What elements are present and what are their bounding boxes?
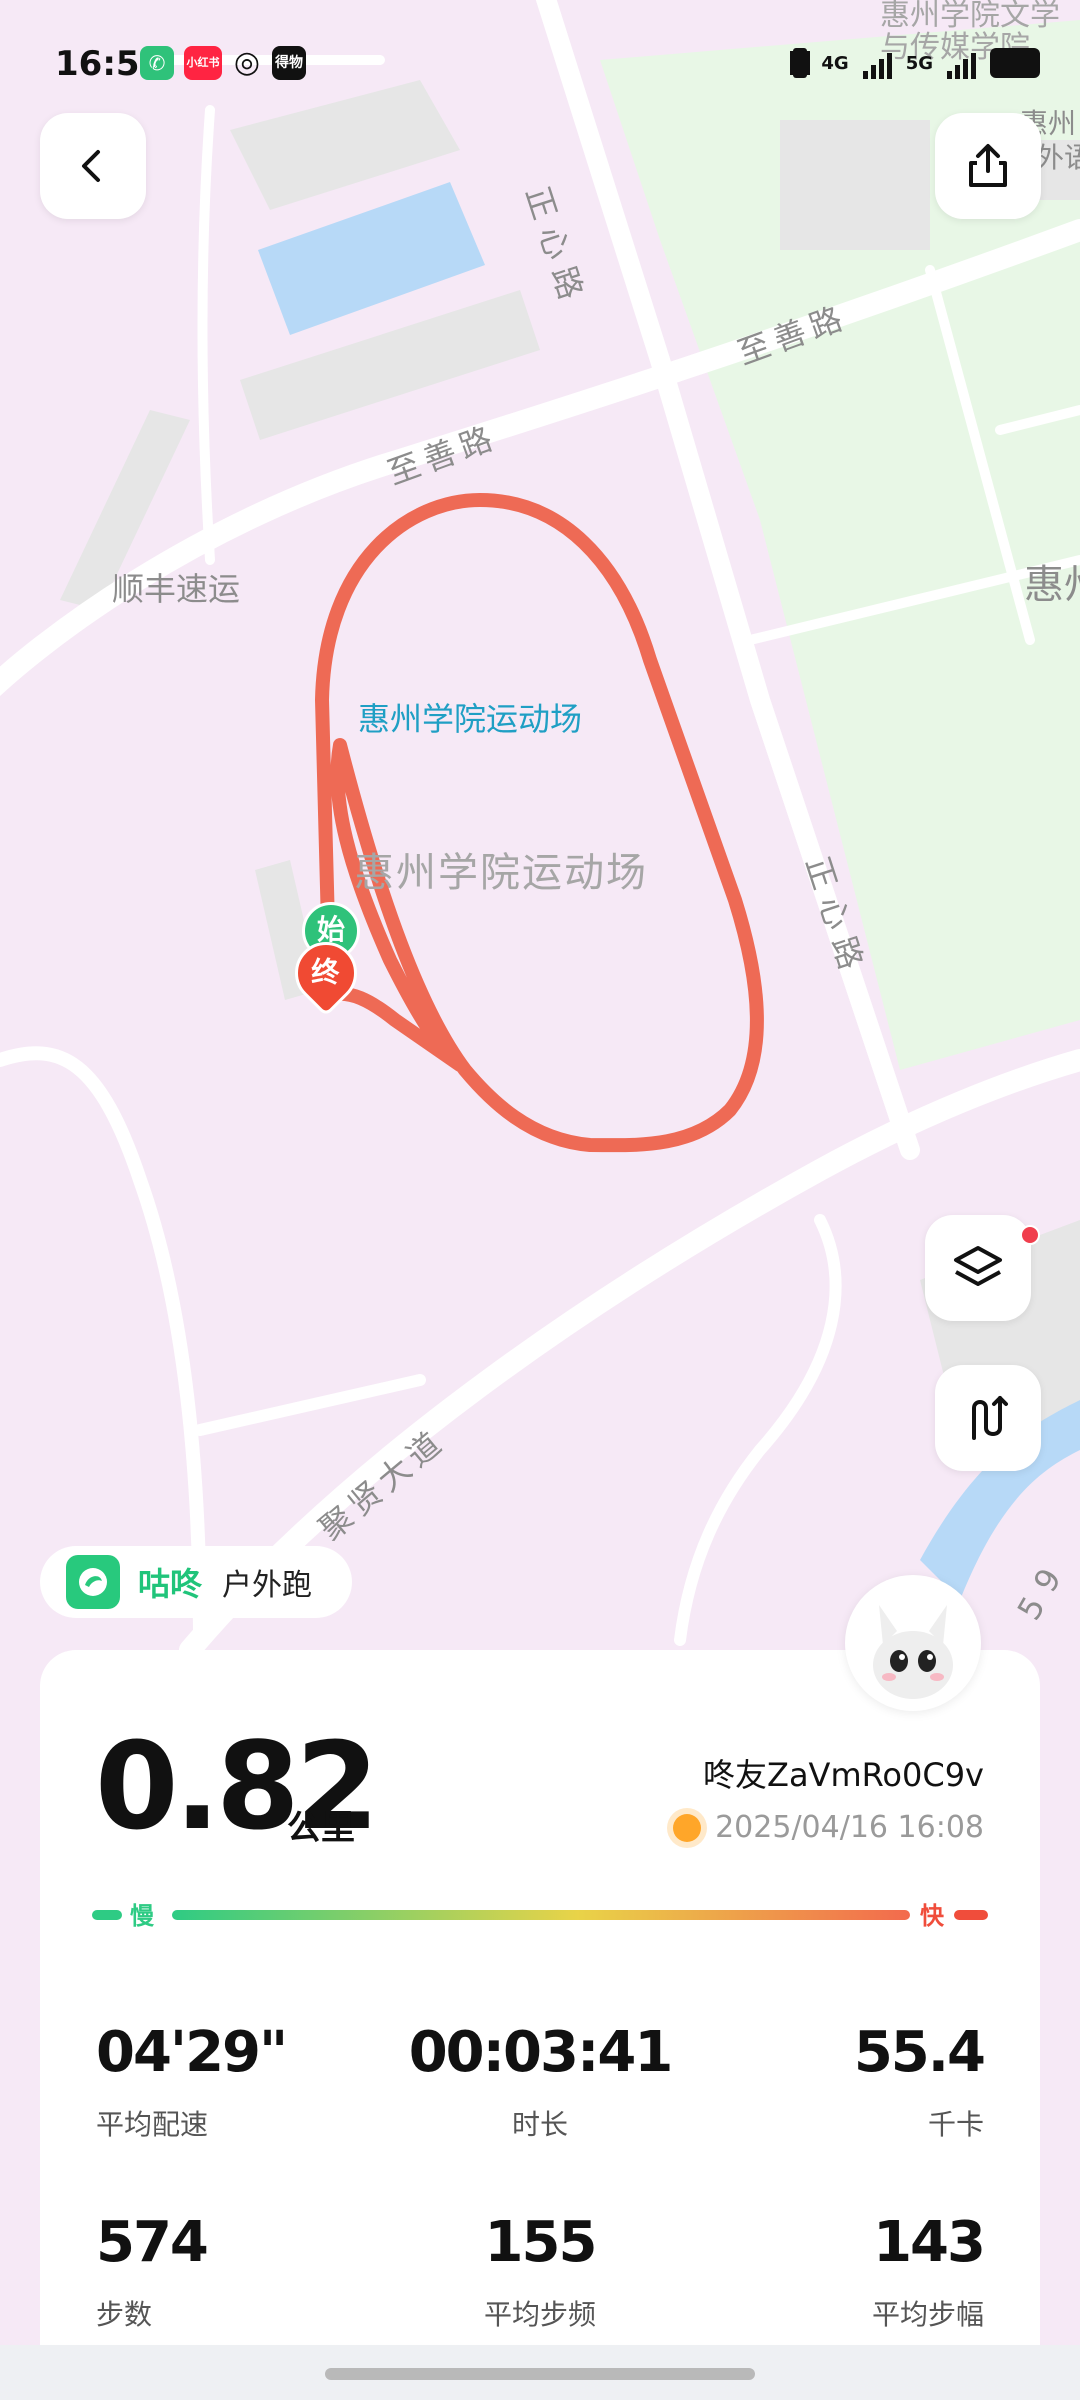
map-label-shunfeng[interactable]: 顺丰速运 bbox=[112, 564, 240, 610]
map-label-stadium-area: 惠州学院运动场 bbox=[354, 850, 648, 896]
stat-label: 步数 bbox=[96, 2298, 153, 2331]
route-end-label: 终 bbox=[311, 955, 340, 989]
stat-label: 平均步频 bbox=[483, 2298, 596, 2331]
stat-label: 平均步幅 bbox=[871, 2298, 984, 2331]
netease-music-app-icon: ◎ bbox=[233, 45, 261, 80]
map-label-college-right: 惠州 bbox=[1024, 562, 1080, 608]
stat-stride: 143 平均步幅 bbox=[684, 2210, 986, 2333]
map-label-right-partial-2: 外语 bbox=[1036, 141, 1080, 174]
share-icon bbox=[969, 144, 1007, 187]
sun-icon bbox=[673, 1813, 702, 1842]
distance-unit: 公里 bbox=[287, 1808, 355, 1848]
dewu-app-icon: 得物 bbox=[272, 46, 306, 80]
stat-value: 55.4 bbox=[853, 2020, 986, 2085]
stat-label: 平均配速 bbox=[96, 2108, 209, 2141]
stat-label: 时长 bbox=[511, 2108, 568, 2141]
pace-gradient-bar bbox=[172, 1910, 910, 1920]
stat-calories: 55.4 千卡 bbox=[684, 2020, 986, 2143]
network-5g-label: 5G bbox=[905, 52, 933, 74]
map-layers-button[interactable] bbox=[925, 1215, 1031, 1321]
pace-legend: 慢 快 bbox=[92, 1896, 988, 1936]
layers-icon bbox=[954, 1246, 1002, 1286]
map-label-stadium-poi[interactable]: 惠州学院运动场 bbox=[358, 694, 582, 740]
stat-cadence: 155 平均步频 bbox=[390, 2210, 690, 2333]
stat-value: 143 bbox=[873, 2210, 986, 2275]
route-replay-button[interactable] bbox=[935, 1365, 1041, 1471]
route-icon bbox=[972, 1396, 1008, 1440]
status-right-group: 4G 5G bbox=[793, 40, 1040, 86]
network-4g-label: 4G bbox=[821, 52, 849, 74]
stat-value: 155 bbox=[484, 2210, 598, 2275]
stat-duration: 00:03:41 时长 bbox=[390, 2020, 690, 2143]
layers-notification-dot bbox=[1020, 1225, 1040, 1245]
summary-card: 0.82 公里 咚友ZaVmRo0C9v 2025/04/16 16:08 慢 … bbox=[40, 1650, 1040, 2350]
stat-label: 千卡 bbox=[927, 2108, 984, 2141]
datetime-text: 2025/04/16 16:08 bbox=[715, 1810, 984, 1845]
pace-slow-label: 慢 bbox=[130, 1902, 154, 1930]
mascot-avatar[interactable] bbox=[845, 1575, 981, 1711]
app-brand-pill: 咕咚 户外跑 bbox=[40, 1546, 352, 1618]
stat-steps: 574 步数 bbox=[96, 2210, 396, 2333]
chevron-left-icon bbox=[82, 150, 100, 182]
stat-avg-pace: 04'29" 平均配速 bbox=[96, 2020, 396, 2143]
xiaohongshu-app-icon: 小红书 bbox=[184, 46, 222, 80]
signal-icon-2 bbox=[947, 47, 976, 79]
back-button[interactable] bbox=[40, 113, 146, 219]
stat-value: 574 bbox=[96, 2210, 209, 2275]
pace-fast-label: 快 bbox=[920, 1902, 944, 1930]
battery-icon bbox=[990, 48, 1040, 78]
codoon-logo-icon bbox=[66, 1555, 120, 1609]
sport-type: 户外跑 bbox=[222, 1568, 313, 1603]
brand-name: 咕咚 bbox=[138, 1565, 203, 1603]
phone-call-app-icon: ✆ bbox=[140, 46, 174, 80]
share-button[interactable] bbox=[935, 113, 1041, 219]
status-bar: 16:55 ✆ 小红书 ◎ 得物 4G 5G bbox=[0, 40, 1080, 90]
stat-value: 04'29" bbox=[96, 2020, 288, 2085]
run-datetime: 2025/04/16 16:08 bbox=[673, 1810, 984, 1845]
mascot-icon bbox=[873, 1605, 953, 1699]
home-indicator[interactable] bbox=[325, 2368, 755, 2380]
stat-value: 00:03:41 bbox=[408, 2020, 674, 2085]
vibrate-icon bbox=[793, 48, 808, 78]
signal-icon bbox=[862, 47, 892, 79]
user-name: 咚友ZaVmRo0C9v bbox=[703, 1756, 984, 1794]
